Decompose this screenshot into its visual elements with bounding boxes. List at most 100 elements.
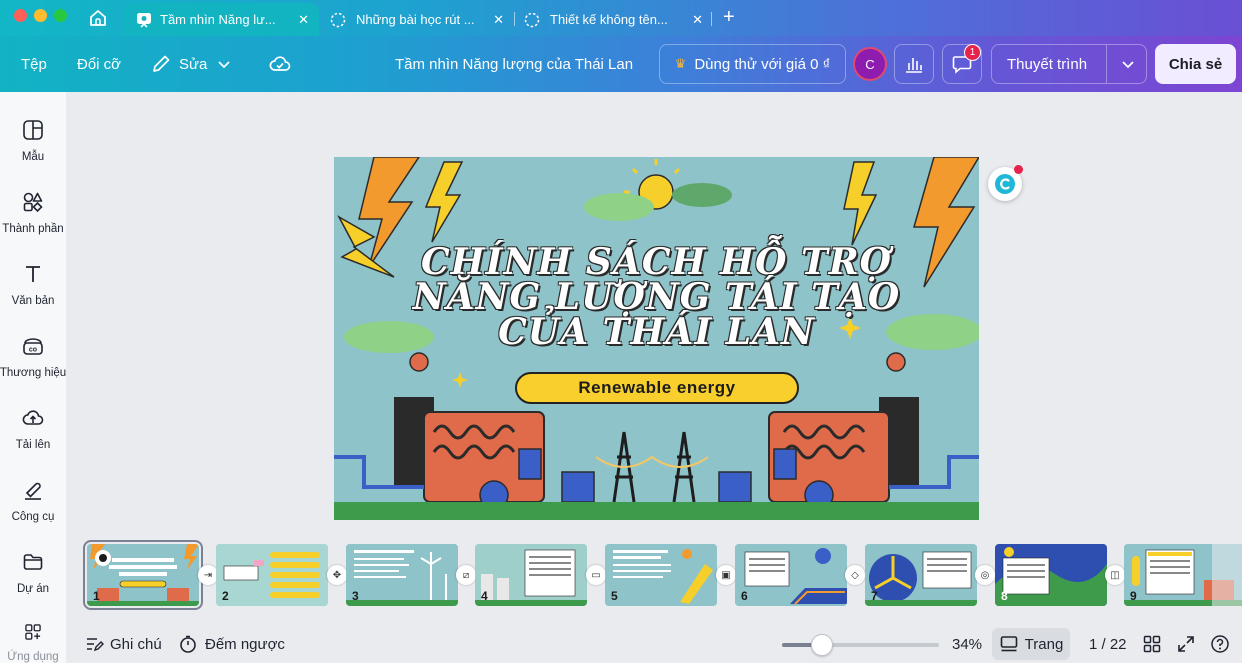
tab-label: Những bài học rút ... (356, 12, 475, 27)
sidebar-item-brand[interactable]: co Thương hiệu (0, 322, 66, 382)
document-title[interactable]: Tầm nhìn Năng lượng của Thái Lan (395, 36, 633, 92)
elements-icon (23, 192, 43, 213)
loading-icon (524, 12, 540, 27)
transition-button[interactable]: ◇ (845, 565, 865, 585)
timer-icon (180, 635, 196, 653)
sidebar-item-tools[interactable]: Công cụ (0, 466, 66, 526)
transition-icon: ▭ (591, 569, 601, 581)
slide-canvas[interactable]: CHÍNH SÁCH HỖ TRỢ NĂNG LƯỢNG TÁI TẠO CỦA… (334, 157, 979, 520)
page-number: 1 (93, 589, 100, 603)
grid-view-button[interactable] (1142, 632, 1162, 656)
sidebar-item-uploads[interactable]: Tải lên (0, 394, 66, 454)
thumbnail-preview (735, 544, 847, 606)
minimize-window-button[interactable] (34, 9, 47, 22)
thumbnail-preview (1124, 544, 1242, 606)
sidebar-item-templates[interactable]: Mẫu (0, 106, 66, 166)
help-button[interactable] (1210, 632, 1230, 656)
tab-divider (711, 12, 712, 26)
apps-icon (25, 624, 41, 640)
tab-active[interactable]: Tầm nhìn Năng lư... ✕ (124, 3, 319, 36)
page-view-label: Trang (1024, 635, 1064, 653)
transition-icon: ◫ (1110, 569, 1120, 581)
text-icon (26, 266, 40, 282)
sidebar-item-apps[interactable]: Ứng dụng (0, 610, 66, 663)
home-icon (90, 10, 106, 26)
zoom-slider-handle[interactable] (811, 634, 834, 656)
transition-button[interactable]: ⇥ (198, 565, 218, 585)
transition-button[interactable]: ▭ (586, 565, 606, 585)
page-thumbnail[interactable]: 6 (735, 544, 847, 606)
tab-lessons[interactable]: Những bài học rút ... ✕ (322, 3, 514, 36)
page-thumbnail[interactable]: 5 (605, 544, 717, 606)
page-thumbnail[interactable]: 4 (475, 544, 587, 606)
share-button[interactable]: Chia sẻ (1155, 44, 1236, 84)
expand-icon (1178, 636, 1194, 652)
close-tab-icon[interactable]: ✕ (298, 12, 309, 28)
notes-label: Ghi chú (110, 635, 162, 653)
avatar[interactable]: C (853, 47, 887, 81)
timer-button[interactable]: Đếm ngược (178, 632, 285, 656)
close-tab-icon[interactable]: ✕ (692, 12, 703, 28)
home-button[interactable] (86, 6, 110, 30)
page-thumbnail[interactable]: 9 (1124, 544, 1242, 606)
tab-label: Tầm nhìn Năng lư... (160, 12, 276, 27)
presentation-icon (137, 12, 151, 28)
transition-icon: ⇥ (203, 569, 213, 581)
tab-untitled[interactable]: Thiết kế không tên... ✕ (516, 3, 713, 36)
slide-title[interactable]: CHÍNH SÁCH HỖ TRỢ NĂNG LƯỢNG TÁI TẠO CỦA… (334, 241, 979, 353)
cloud-save-status[interactable] (268, 36, 292, 92)
slide-tagline[interactable]: Renewable energy (515, 372, 799, 404)
editor-header: Tệp Đổi cỡ Sửa Tầm nhìn Năng lượng của T… (0, 36, 1242, 92)
sidebar-item-label: Thương hiệu (0, 367, 67, 379)
slide-title-line: CHÍNH SÁCH HỖ TRỢ (420, 241, 893, 283)
try-pro-button[interactable]: ♛ Dùng thử với giá 0 ₫ (659, 44, 846, 84)
notes-button[interactable]: Ghi chú (84, 632, 162, 656)
upload-icon (22, 410, 44, 425)
page-number: 4 (481, 589, 488, 603)
page-thumbnail[interactable]: 3 (346, 544, 458, 606)
edit-label: Sửa (179, 55, 208, 73)
sidebar-item-text[interactable]: Văn bản (0, 250, 66, 310)
transition-button[interactable]: ✥ (327, 565, 347, 585)
thumbnail-preview (865, 544, 977, 606)
sidebar-item-projects[interactable]: Dự án (0, 538, 66, 598)
sidebar-item-label: Công cụ (11, 511, 55, 523)
sidebar: Mẫu Thành phần Văn bản co Thương hiệu Tả… (0, 92, 66, 663)
insights-button[interactable] (894, 44, 934, 84)
zoom-level[interactable]: 34% (952, 632, 982, 656)
page-view-button[interactable]: Trang (992, 628, 1070, 660)
close-tab-icon[interactable]: ✕ (493, 12, 504, 28)
tools-icon (25, 482, 41, 500)
transition-button[interactable]: ◎ (975, 565, 995, 585)
present-options-button[interactable] (1110, 50, 1146, 78)
folder-icon (23, 554, 43, 570)
transition-icon: ▣ (721, 569, 731, 581)
fullscreen-button[interactable] (1176, 632, 1196, 656)
page-number: 7 (871, 589, 878, 603)
loading-icon (330, 12, 346, 27)
notification-dot (1014, 165, 1023, 174)
page-thumbnail[interactable]: 1 (83, 540, 203, 610)
new-tab-button[interactable]: + (723, 7, 735, 27)
divider (1106, 45, 1107, 83)
sidebar-item-label: Thành phần (2, 223, 64, 235)
resize-button[interactable]: Đổi cỡ (77, 36, 121, 92)
transition-icon: ◇ (851, 569, 859, 581)
transition-button[interactable]: ▣ (716, 565, 736, 585)
chevron-down-icon (218, 61, 230, 69)
slide-title-line: CỦA THÁI LAN (498, 311, 815, 353)
page-thumbnail[interactable]: 7 (865, 544, 977, 606)
file-menu-button[interactable]: Tệp (21, 36, 47, 92)
edit-menu-button[interactable]: Sửa (150, 36, 231, 92)
close-window-button[interactable] (14, 9, 27, 22)
try-pro-label: Dùng thử với giá 0 ₫ (694, 55, 831, 73)
tab-label: Thiết kế không tên... (550, 12, 668, 27)
page-thumbnail[interactable]: 8 (995, 544, 1107, 606)
sidebar-item-elements[interactable]: Thành phần (0, 178, 66, 238)
page-thumbnail[interactable]: 2 (216, 544, 328, 606)
maximize-window-button[interactable] (54, 9, 67, 22)
transition-button[interactable]: ⧄ (456, 565, 476, 585)
transition-icon: ⧄ (462, 569, 470, 581)
tab-divider (514, 12, 515, 26)
transition-button[interactable]: ◫ (1105, 565, 1125, 585)
